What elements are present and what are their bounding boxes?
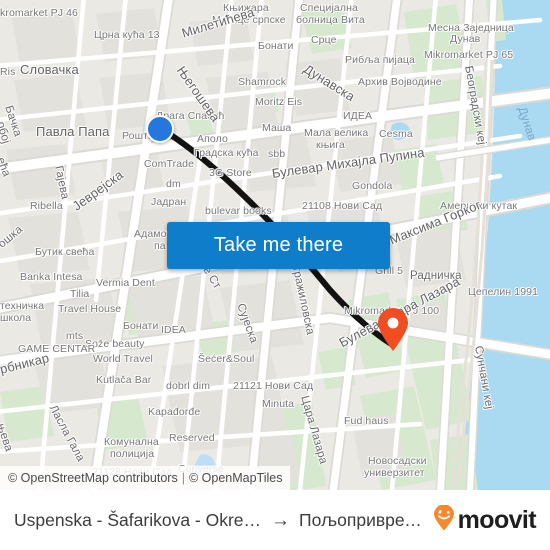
footer-origin-stop[interactable]: Uspenska - Šafarikova - Okretni…	[14, 510, 264, 531]
moovit-wordmark: moovit	[457, 505, 537, 534]
moovit-pin-icon	[433, 503, 455, 536]
footer-destination-stop[interactable]: Пољопривред…	[299, 510, 431, 531]
attribution-separator: |	[181, 471, 185, 485]
take-me-there-button[interactable]: Take me there	[167, 222, 390, 269]
map-canvas[interactable]: kromarket PJ 46 Црна кућа 13 Књижара Матице…	[0, 0, 550, 490]
attribution-osm[interactable]: © OpenStreetMap contributors	[8, 471, 178, 485]
destination-marker[interactable]	[376, 308, 410, 352]
origin-marker[interactable]	[146, 115, 174, 143]
moovit-brand[interactable]: moovit	[433, 503, 537, 536]
footer-arrow-icon: →	[271, 509, 290, 531]
route-footer-bar: Uspenska - Šafarikova - Okretni… → Пољоп…	[0, 490, 550, 550]
moovit-map-screen: kromarket PJ 46 Црна кућа 13 Књижара Матице…	[0, 0, 550, 550]
attribution-openmaptiles[interactable]: © OpenMapTiles	[189, 471, 283, 485]
map-attribution: © OpenStreetMap contributors | © OpenMap…	[0, 466, 291, 490]
